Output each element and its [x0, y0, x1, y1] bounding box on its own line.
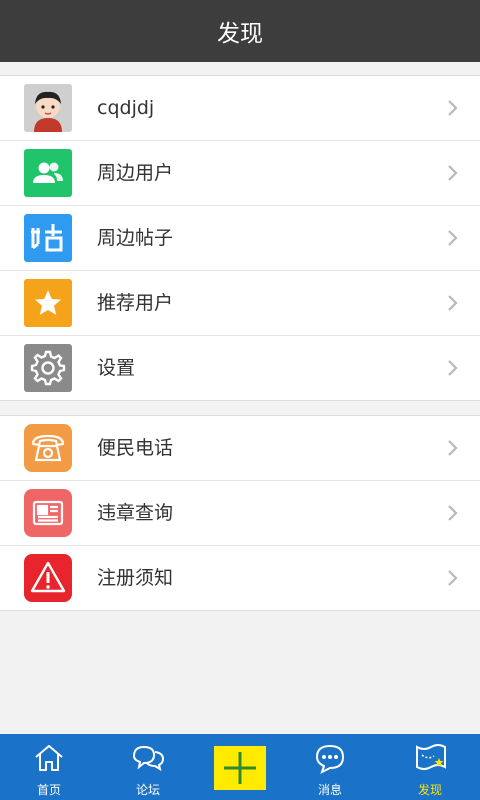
tab-label: 首页: [36, 783, 61, 797]
people-icon: [24, 149, 72, 197]
menu-item-label: 周边用户: [97, 162, 174, 184]
map-flag-icon: [416, 744, 446, 770]
newspaper-icon: [24, 489, 72, 537]
menu-item-label: 便民电话: [97, 437, 174, 459]
chevron-right-icon: [448, 230, 458, 246]
tab-label: 消息: [317, 783, 342, 797]
title-bar: 发现: [0, 0, 480, 62]
tab-label: 论坛: [135, 783, 160, 797]
menu-item-label: 设置: [97, 357, 136, 379]
chevron-right-icon: [448, 165, 458, 181]
chat-bubbles-icon: [132, 745, 165, 772]
telephone-icon: [24, 424, 72, 472]
menu-item-violation-query[interactable]: 违章查询: [0, 481, 480, 546]
menu-item-recommended-users[interactable]: 推荐用户: [0, 271, 480, 336]
plus-icon: [224, 752, 256, 784]
menu-item-label: 注册须知: [97, 567, 174, 589]
home-icon: [35, 745, 63, 771]
chevron-right-icon: [448, 360, 458, 376]
menu-item-profile[interactable]: cqdjdj: [0, 76, 480, 141]
message-icon: [315, 744, 345, 774]
menu-group-account: cqdjdj 周边用户 周边帖子 推荐用户 设置: [0, 75, 480, 401]
menu-group-services: 便民电话 违章查询 注册须知: [0, 415, 480, 611]
tab-discover[interactable]: 发现: [390, 734, 470, 800]
page-title: 发现: [217, 21, 263, 47]
menu-item-label: 违章查询: [97, 502, 174, 524]
chevron-right-icon: [448, 505, 458, 521]
chevron-right-icon: [448, 295, 458, 311]
add-post-button[interactable]: [214, 746, 266, 790]
tab-forum[interactable]: 论坛: [108, 734, 188, 800]
gear-icon: [24, 344, 72, 392]
tab-messages[interactable]: 消息: [290, 734, 370, 800]
post-icon: [24, 214, 72, 262]
menu-item-label: cqdjdj: [97, 97, 155, 119]
menu-item-hotlines[interactable]: 便民电话: [0, 416, 480, 481]
menu-item-nearby-posts[interactable]: 周边帖子: [0, 206, 480, 271]
chevron-right-icon: [448, 570, 458, 586]
bottom-tab-bar: 首页 论坛 消息 发现: [0, 734, 480, 800]
menu-item-label: 周边帖子: [97, 227, 174, 249]
menu-item-label: 推荐用户: [97, 292, 174, 314]
tab-label: 发现: [417, 783, 442, 797]
star-icon: [24, 279, 72, 327]
user-avatar-icon: [24, 84, 72, 132]
menu-item-nearby-users[interactable]: 周边用户: [0, 141, 480, 206]
chevron-right-icon: [448, 100, 458, 116]
warning-icon: [24, 554, 72, 602]
tab-home[interactable]: 首页: [9, 734, 89, 800]
menu-item-registration-notice[interactable]: 注册须知: [0, 546, 480, 610]
chevron-right-icon: [448, 440, 458, 456]
menu-item-settings[interactable]: 设置: [0, 336, 480, 400]
